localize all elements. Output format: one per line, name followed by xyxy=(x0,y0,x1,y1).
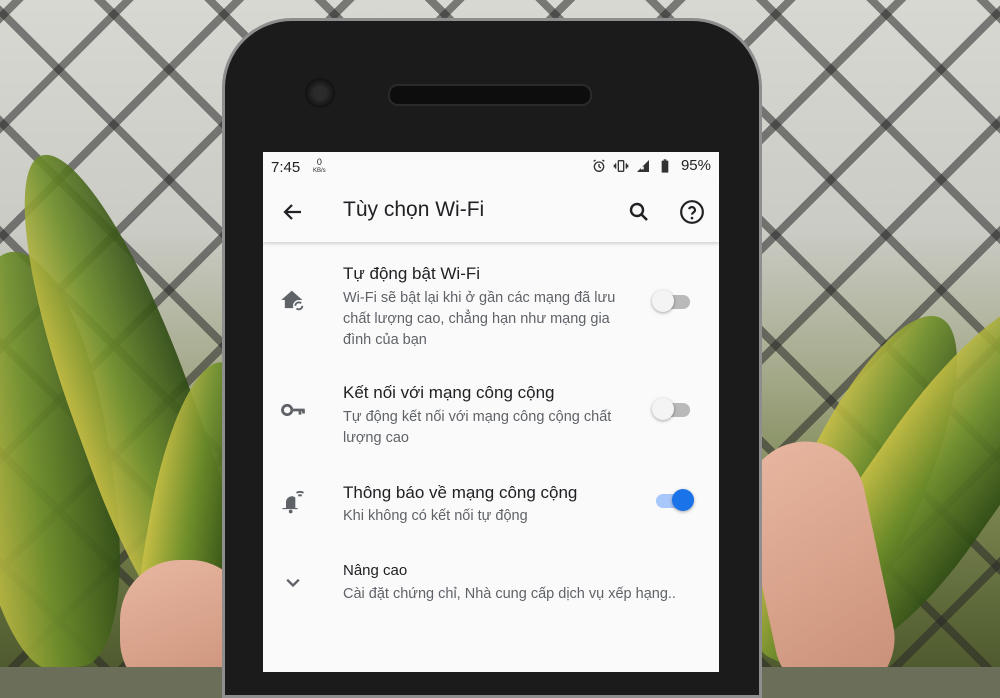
chevron-down-icon xyxy=(286,578,300,588)
subtitle-line: đình của bạn xyxy=(343,332,427,348)
setting-title: Thông báo về mạng công cộng xyxy=(343,483,578,502)
subtitle-line: lượng cao xyxy=(343,430,409,446)
battery-icon xyxy=(661,158,669,173)
back-arrow-icon[interactable] xyxy=(281,200,305,224)
help-icon[interactable] xyxy=(679,199,705,225)
network-speed-value: 0 xyxy=(316,157,322,167)
setting-subtitle: Khi không có kết nối tự động xyxy=(343,506,643,527)
setting-auto-wifi[interactable]: Tự động bật Wi-Fi Wi-Fi sẽ bật lại khi ở… xyxy=(263,260,719,355)
setting-connect-public[interactable]: Kết nối với mạng công cộng Tự động kết n… xyxy=(263,379,719,449)
vibrate-icon xyxy=(613,159,629,172)
subtitle-line: Cài đặt chứng chỉ, Nhà cung cấp dịch vụ … xyxy=(343,586,676,602)
earpiece-speaker xyxy=(388,84,592,106)
connect-public-toggle[interactable] xyxy=(652,398,690,420)
app-toolbar: Tùy chọn Wi-Fi xyxy=(263,182,719,242)
status-bar: 7:45 0 KB/s 95% xyxy=(263,152,719,182)
page-title: Tùy chọn Wi-Fi xyxy=(343,198,485,221)
phone-screen: 7:45 0 KB/s 95% Tùy chọn Wi-Fi Tự động b… xyxy=(263,152,719,672)
auto-wifi-toggle[interactable] xyxy=(652,290,690,312)
signal-icon xyxy=(636,159,649,172)
toggle-knob xyxy=(672,489,694,511)
status-icons: 95% xyxy=(591,157,711,174)
setting-subtitle: Tự động kết nối với mạng công cộng chất … xyxy=(343,407,643,449)
battery-percentage: 95% xyxy=(680,157,711,174)
toggle-knob xyxy=(652,398,674,420)
front-camera xyxy=(305,78,335,108)
setting-advanced[interactable]: Nâng cao Cài đặt chứng chỉ, Nhà cung cấp… xyxy=(263,560,719,608)
setting-title: Nâng cao xyxy=(343,562,408,579)
subtitle-line: Tự động kết nối với mạng công cộng chất xyxy=(343,409,612,425)
network-speed-unit: KB/s xyxy=(313,168,326,174)
subtitle-line: Wi-Fi sẽ bật lại khi ở gần các mạng đã l… xyxy=(343,290,616,306)
search-icon[interactable] xyxy=(627,200,651,224)
status-time: 7:45 xyxy=(271,159,301,176)
alarm-icon xyxy=(593,158,605,172)
subtitle-line: Khi không có kết nối tự động xyxy=(343,508,528,524)
key-icon xyxy=(281,403,305,417)
toggle-knob xyxy=(652,290,674,312)
wifi-home-auto-icon xyxy=(281,290,305,312)
setting-title: Kết nối với mạng công cộng xyxy=(343,383,555,402)
subtitle-line: chất lượng cao, chẳng hạn như mạng gia xyxy=(343,311,610,327)
notification-wifi-icon xyxy=(282,490,304,514)
setting-public-notifications[interactable]: Thông báo về mạng công cộng Khi không có… xyxy=(263,479,719,529)
setting-subtitle: Wi-Fi sẽ bật lại khi ở gần các mạng đã l… xyxy=(343,288,643,351)
network-speed: 0 KB/s xyxy=(313,158,326,176)
setting-subtitle: Cài đặt chứng chỉ, Nhà cung cấp dịch vụ … xyxy=(343,584,713,605)
setting-title: Tự động bật Wi-Fi xyxy=(343,264,481,283)
public-notifications-toggle[interactable] xyxy=(656,489,694,511)
